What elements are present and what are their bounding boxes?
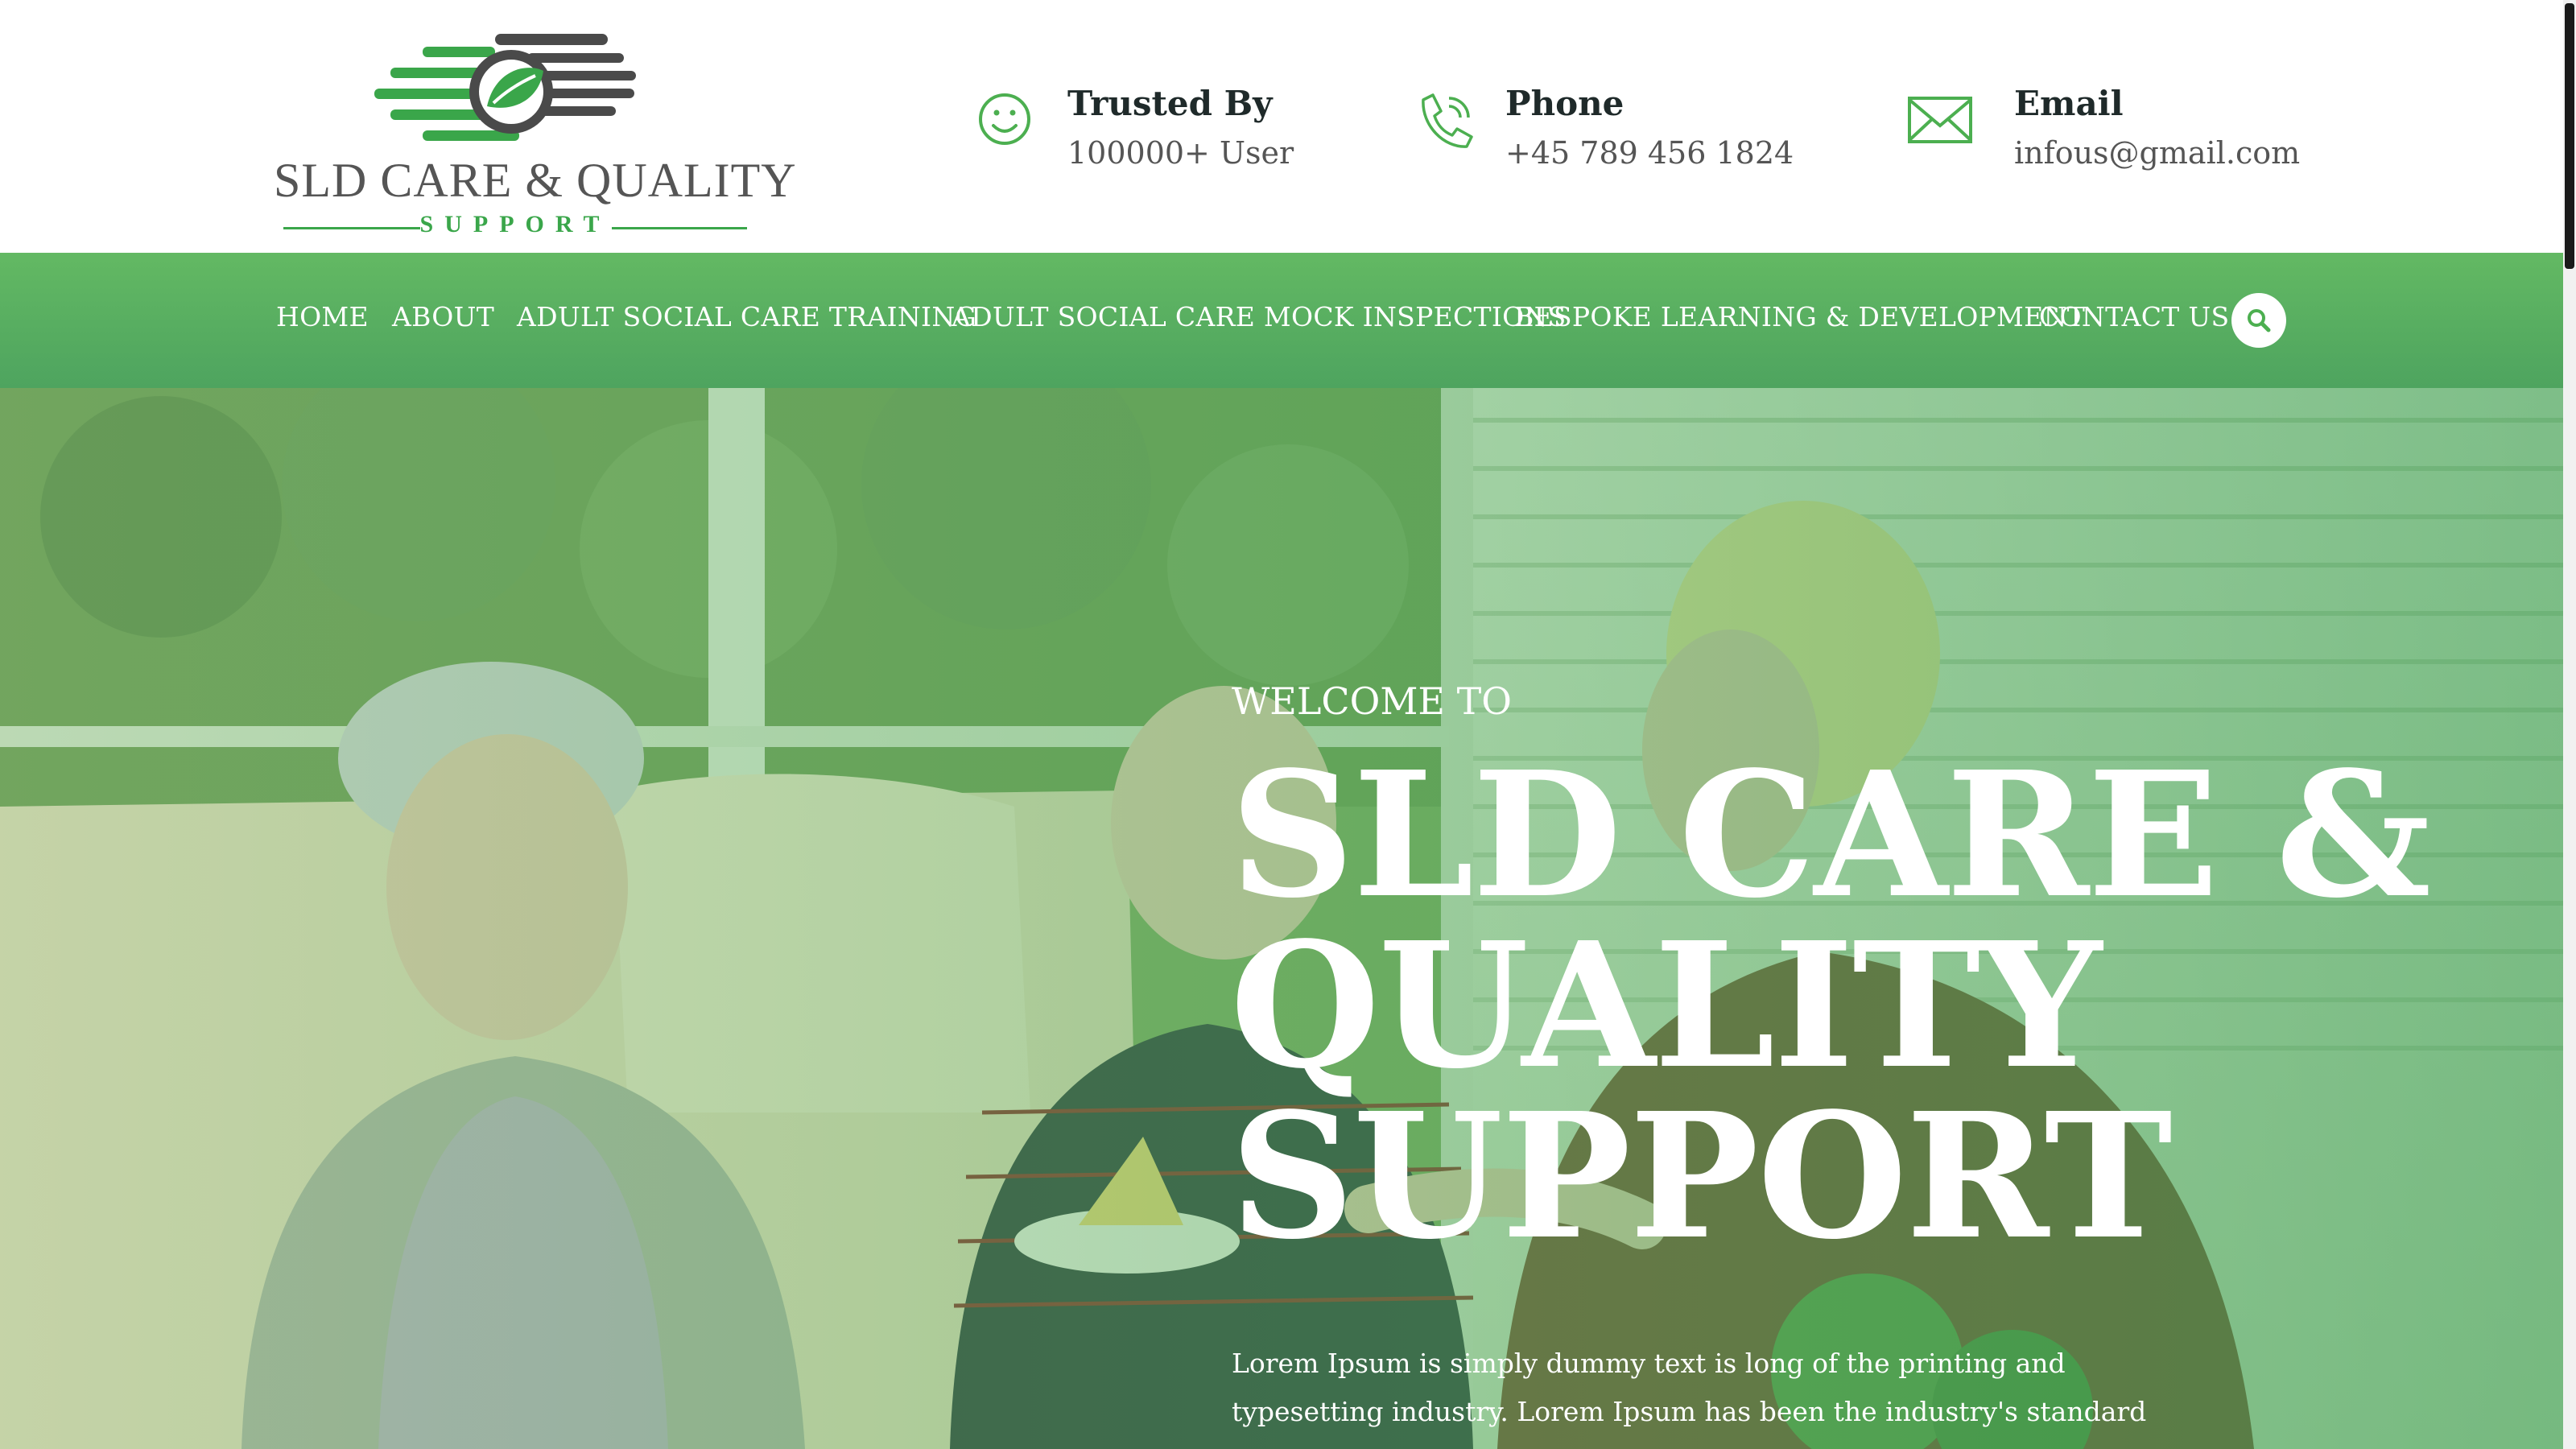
site-logo[interactable]: SLD CARE & QUALITY SUPPORT <box>274 29 797 246</box>
logo-brand-text: SLD CARE & QUALITY <box>274 154 797 207</box>
nav-item-adult-social-care-training[interactable]: ADULT SOCIAL CARE TRAINING <box>517 301 976 332</box>
search-button[interactable] <box>2231 293 2286 348</box>
nav-item-home[interactable]: HOME <box>276 301 369 332</box>
phone-value[interactable]: +45 789 456 1824 <box>1505 135 1794 171</box>
phone-icon <box>1422 93 1473 148</box>
main-navigation: HOME ABOUT ADULT SOCIAL CARE TRAINING AD… <box>0 253 2563 388</box>
page-scrollbar[interactable] <box>2562 0 2576 1449</box>
logo-rule-right <box>612 227 747 229</box>
scrollbar-thumb[interactable] <box>2565 3 2574 269</box>
hero-description: Lorem Ipsum is simply dummy text is long… <box>1232 1348 2147 1449</box>
phone-label: Phone <box>1505 84 1624 123</box>
nav-item-about[interactable]: ABOUT <box>392 301 494 332</box>
search-icon <box>2248 309 2271 332</box>
hero-section: WELCOME TO SLD CARE & QUALITY SUPPORT Lo… <box>0 388 2563 1449</box>
hero-title: SLD CARE & QUALITY SUPPORT <box>1230 734 2486 1278</box>
hero-title-line: QUALITY <box>1230 905 2102 1107</box>
email-value[interactable]: infous@gmail.com <box>2014 135 2300 171</box>
logo-tagline: SUPPORT <box>419 211 611 237</box>
email-label: Email <box>2014 84 2124 123</box>
hero-title-line: SLD CARE & <box>1230 734 2431 936</box>
trusted-label: Trusted By <box>1067 84 1273 123</box>
nav-item-contact-us[interactable]: CONTACT US <box>2039 301 2229 332</box>
smiley-icon <box>979 93 1030 145</box>
trusted-value: 100000+ User <box>1067 135 1294 171</box>
envelope-icon <box>1908 97 1972 143</box>
site-header: SLD CARE & QUALITY SUPPORT Trusted By 10… <box>0 0 2563 253</box>
nav-item-mock-inspections[interactable]: ADULT SOCIAL CARE MOCK INSPECTIONS <box>952 301 1567 332</box>
hero-title-line: SUPPORT <box>1230 1075 2173 1278</box>
nav-item-bespoke-learning[interactable]: BESPOKE LEARNING & DEVELOPMENT <box>1514 301 2085 332</box>
logo-mark-icon <box>374 34 636 141</box>
hero-kicker: WELCOME TO <box>1232 679 1513 723</box>
